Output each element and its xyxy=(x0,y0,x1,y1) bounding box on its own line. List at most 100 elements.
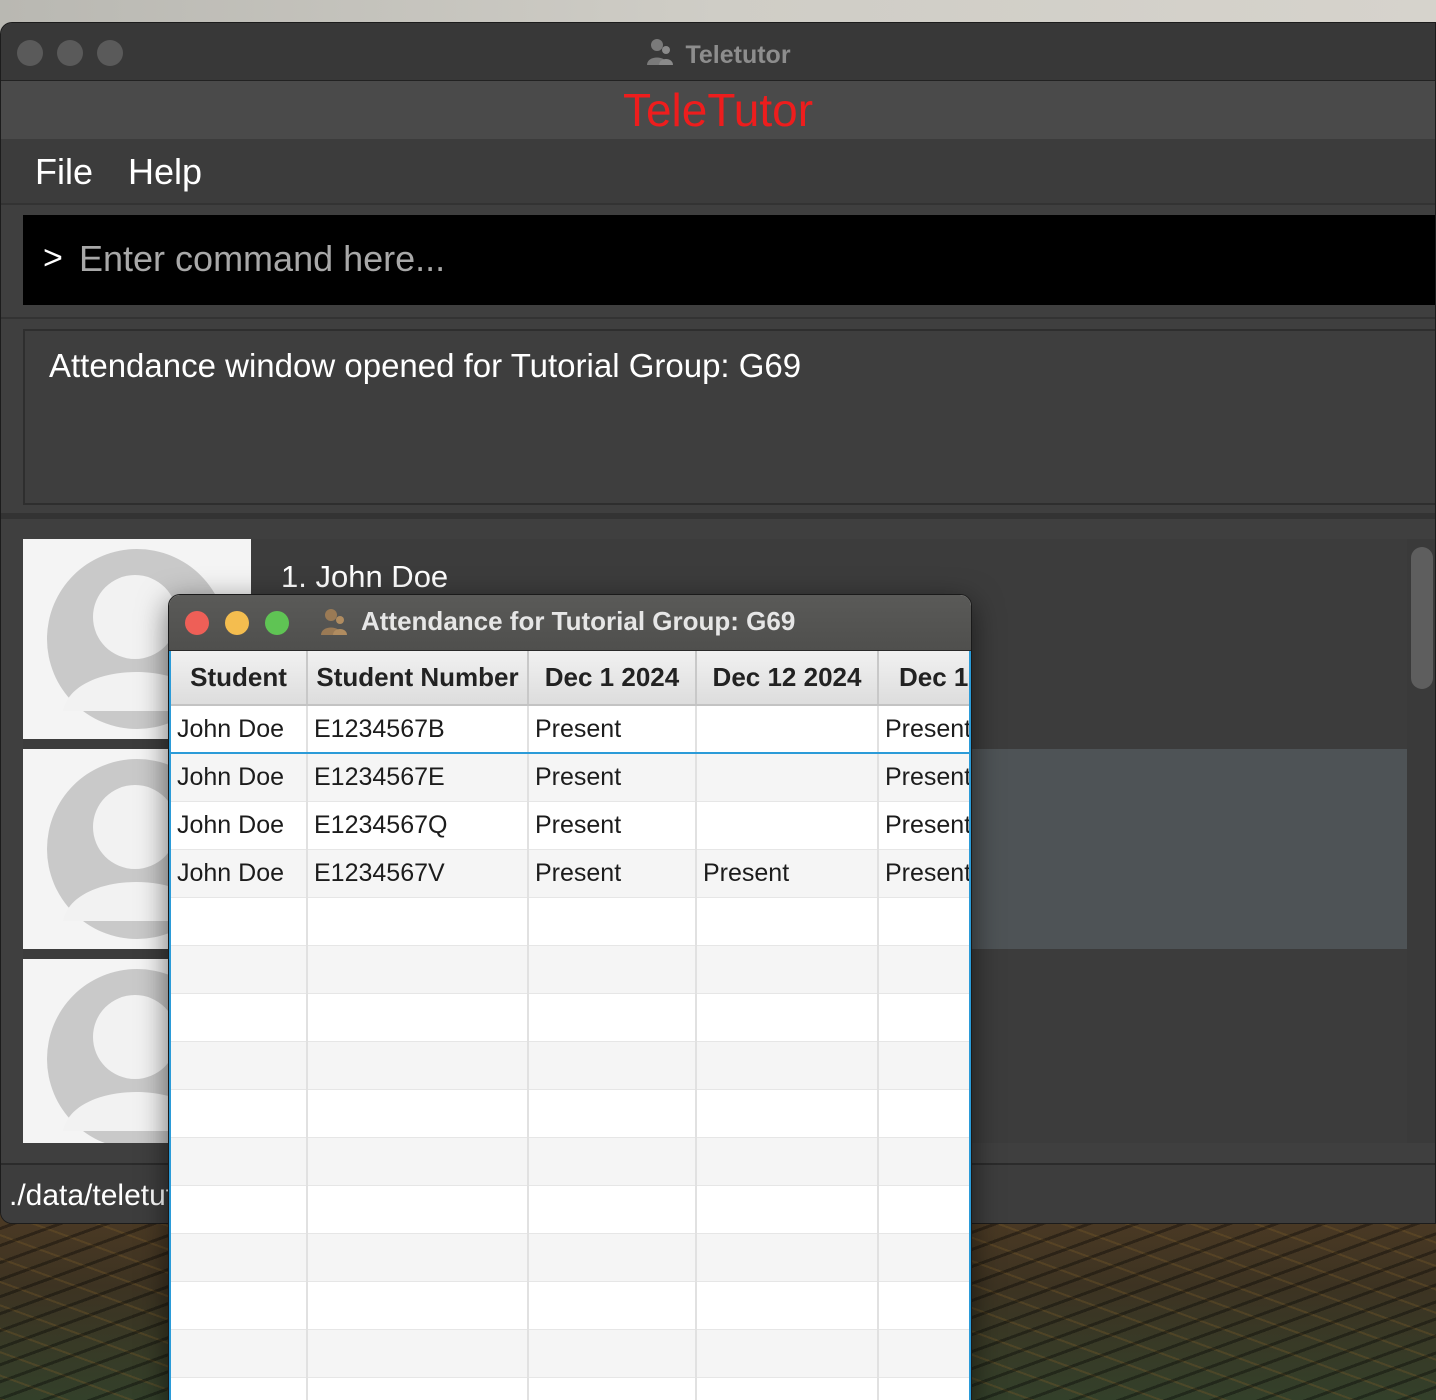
empty-table-cell[interactable] xyxy=(696,1089,879,1138)
empty-table-cell[interactable] xyxy=(696,993,879,1042)
empty-table-cell[interactable] xyxy=(878,1329,969,1378)
table-cell[interactable]: John Doe xyxy=(171,849,308,898)
empty-table-cell[interactable] xyxy=(528,1185,697,1234)
table-row[interactable]: John Doe E1234567E Present Present xyxy=(171,753,969,802)
table-cell[interactable] xyxy=(696,753,879,802)
empty-table-cell[interactable] xyxy=(878,1377,969,1400)
column-header-date[interactable]: Dec 12 2024 xyxy=(696,651,879,706)
empty-table-cell[interactable] xyxy=(878,993,969,1042)
empty-table-cell[interactable] xyxy=(307,1089,529,1138)
person-list-scrollbar[interactable] xyxy=(1407,539,1435,1143)
empty-table-row[interactable] xyxy=(171,1185,969,1234)
empty-table-row[interactable] xyxy=(171,1041,969,1090)
table-cell[interactable]: Present xyxy=(878,801,969,850)
column-header-date[interactable]: Dec 15 xyxy=(878,651,969,706)
table-row[interactable]: John Doe E1234567B Present Present xyxy=(171,704,969,754)
empty-table-cell[interactable] xyxy=(696,1377,879,1400)
empty-table-cell[interactable] xyxy=(307,1185,529,1234)
minimize-button[interactable] xyxy=(225,611,249,635)
table-cell[interactable]: E1234567E xyxy=(307,753,529,802)
empty-table-cell[interactable] xyxy=(307,1377,529,1400)
empty-table-row[interactable] xyxy=(171,897,969,946)
attendance-table-container[interactable]: Student Student Number Dec 1 2024 Dec 12… xyxy=(169,651,971,1400)
empty-table-cell[interactable] xyxy=(696,1281,879,1330)
empty-table-cell[interactable] xyxy=(171,897,308,946)
empty-table-cell[interactable] xyxy=(696,1329,879,1378)
empty-table-row[interactable] xyxy=(171,1329,969,1378)
empty-table-cell[interactable] xyxy=(528,1041,697,1090)
empty-table-row[interactable] xyxy=(171,1137,969,1186)
table-cell[interactable]: Present xyxy=(878,704,969,754)
empty-table-cell[interactable] xyxy=(171,993,308,1042)
empty-table-cell[interactable] xyxy=(307,1281,529,1330)
table-cell[interactable]: E1234567Q xyxy=(307,801,529,850)
empty-table-row[interactable] xyxy=(171,1281,969,1330)
empty-table-cell[interactable] xyxy=(171,1089,308,1138)
empty-table-cell[interactable] xyxy=(696,897,879,946)
table-cell[interactable]: John Doe xyxy=(171,801,308,850)
table-cell[interactable]: E1234567V xyxy=(307,849,529,898)
empty-table-cell[interactable] xyxy=(171,1185,308,1234)
empty-table-cell[interactable] xyxy=(878,1089,969,1138)
table-row[interactable]: John Doe E1234567Q Present Present xyxy=(171,801,969,850)
main-titlebar[interactable]: Teletutor xyxy=(1,23,1435,81)
attendance-table[interactable]: Student Student Number Dec 1 2024 Dec 12… xyxy=(171,651,969,1400)
empty-table-cell[interactable] xyxy=(171,1233,308,1282)
table-cell[interactable]: Present xyxy=(528,704,697,754)
empty-table-cell[interactable] xyxy=(307,945,529,994)
command-box[interactable]: > xyxy=(23,215,1435,305)
empty-table-cell[interactable] xyxy=(528,1377,697,1400)
empty-table-cell[interactable] xyxy=(528,945,697,994)
empty-table-cell[interactable] xyxy=(307,1137,529,1186)
empty-table-row[interactable] xyxy=(171,1377,969,1400)
table-cell[interactable]: John Doe xyxy=(171,704,308,754)
empty-table-cell[interactable] xyxy=(171,1329,308,1378)
empty-table-cell[interactable] xyxy=(528,1329,697,1378)
empty-table-cell[interactable] xyxy=(307,1233,529,1282)
empty-table-cell[interactable] xyxy=(528,1281,697,1330)
column-header-student-number[interactable]: Student Number xyxy=(307,651,529,706)
table-cell[interactable] xyxy=(696,704,879,754)
attendance-titlebar[interactable]: Attendance for Tutorial Group: G69 xyxy=(169,595,971,651)
column-header-student[interactable]: Student xyxy=(171,651,308,706)
empty-table-cell[interactable] xyxy=(878,945,969,994)
empty-table-cell[interactable] xyxy=(696,1233,879,1282)
empty-table-cell[interactable] xyxy=(696,1041,879,1090)
zoom-button[interactable] xyxy=(265,611,289,635)
empty-table-row[interactable] xyxy=(171,1233,969,1282)
table-cell[interactable]: John Doe xyxy=(171,753,308,802)
table-cell[interactable]: Present xyxy=(878,753,969,802)
empty-table-row[interactable] xyxy=(171,993,969,1042)
empty-table-cell[interactable] xyxy=(528,1233,697,1282)
empty-table-cell[interactable] xyxy=(878,1281,969,1330)
scroll-thumb[interactable] xyxy=(1411,547,1433,689)
empty-table-cell[interactable] xyxy=(171,1377,308,1400)
table-cell[interactable] xyxy=(696,801,879,850)
close-button[interactable] xyxy=(185,611,209,635)
empty-table-row[interactable] xyxy=(171,1089,969,1138)
empty-table-cell[interactable] xyxy=(307,993,529,1042)
empty-table-cell[interactable] xyxy=(307,1041,529,1090)
table-cell[interactable]: E1234567B xyxy=(307,704,529,754)
empty-table-cell[interactable] xyxy=(171,1041,308,1090)
empty-table-cell[interactable] xyxy=(878,1137,969,1186)
table-cell[interactable]: Present xyxy=(528,801,697,850)
empty-table-cell[interactable] xyxy=(696,1137,879,1186)
table-row[interactable]: John Doe E1234567V Present Present Present xyxy=(171,849,969,898)
empty-table-cell[interactable] xyxy=(307,1329,529,1378)
empty-table-cell[interactable] xyxy=(878,1233,969,1282)
empty-table-cell[interactable] xyxy=(528,1137,697,1186)
empty-table-cell[interactable] xyxy=(528,993,697,1042)
empty-table-cell[interactable] xyxy=(696,945,879,994)
empty-table-cell[interactable] xyxy=(696,1185,879,1234)
empty-table-row[interactable] xyxy=(171,945,969,994)
command-input[interactable] xyxy=(79,231,1379,287)
menu-file[interactable]: File xyxy=(35,151,93,193)
menu-help[interactable]: Help xyxy=(128,151,202,193)
table-cell[interactable]: Present xyxy=(696,849,879,898)
column-header-date[interactable]: Dec 1 2024 xyxy=(528,651,697,706)
table-cell[interactable]: Present xyxy=(878,849,969,898)
table-cell[interactable]: Present xyxy=(528,849,697,898)
empty-table-cell[interactable] xyxy=(528,897,697,946)
empty-table-cell[interactable] xyxy=(878,1185,969,1234)
